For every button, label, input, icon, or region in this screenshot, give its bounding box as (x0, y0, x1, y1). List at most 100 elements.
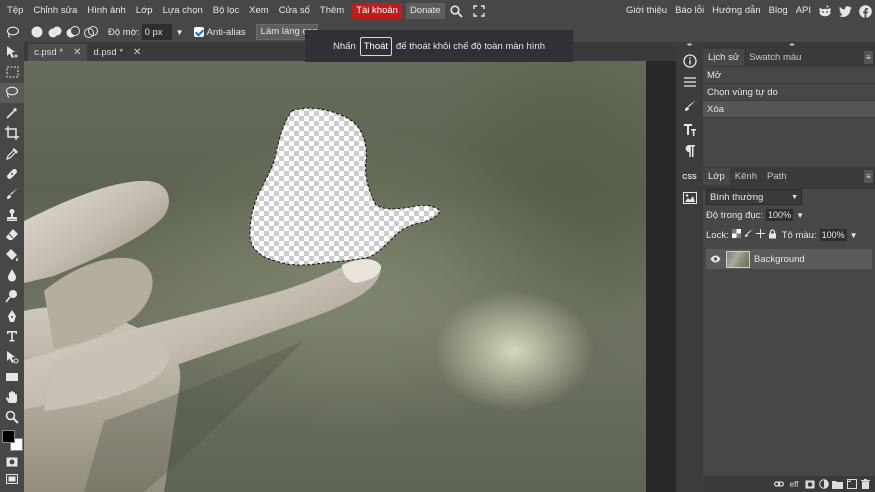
search-icon[interactable] (447, 0, 467, 22)
image-icon[interactable] (679, 189, 700, 207)
menu-edit[interactable]: Chỉnh sửa (28, 0, 82, 22)
lock-all-icon[interactable] (768, 228, 777, 242)
selection-subtract-icon[interactable] (64, 23, 82, 41)
zoom-tool-icon[interactable] (0, 407, 24, 427)
history-item[interactable]: Chọn vùng tự do (703, 84, 875, 101)
lock-brush-icon[interactable] (744, 229, 753, 241)
brush-tool-icon[interactable] (0, 184, 24, 204)
history-item[interactable]: Xóa (703, 101, 875, 118)
tab-layers[interactable]: Lớp (703, 168, 730, 185)
opacity-row: Độ trong đục: 100% ▼ (703, 205, 875, 225)
dodge-tool-icon[interactable] (0, 286, 24, 306)
fill-dropdown-icon[interactable]: ▼ (850, 231, 858, 240)
delete-layer-icon[interactable] (860, 479, 871, 490)
link-blog[interactable]: Blog (765, 0, 792, 22)
tab-paths[interactable]: Path (762, 168, 792, 185)
tab-history[interactable]: Lịch sử (703, 49, 745, 66)
antialias-checkbox[interactable] (193, 27, 204, 37)
account-button[interactable]: Tài khoản (352, 3, 402, 19)
new-layer-icon[interactable] (846, 479, 857, 490)
layer-effects-button[interactable]: eff (787, 479, 801, 490)
canvas-area[interactable] (24, 61, 676, 492)
close-icon[interactable]: ✕ (73, 47, 81, 58)
selection-new-icon[interactable] (28, 23, 46, 41)
info-icon[interactable] (679, 52, 700, 70)
css-panel-button[interactable]: CSS (679, 168, 700, 186)
selection-intersect-icon[interactable] (82, 23, 100, 41)
link-tutorials[interactable]: Hướng dẫn (708, 0, 765, 22)
opacity-dropdown-icon[interactable]: ▼ (796, 211, 804, 220)
feather-dropdown-icon[interactable]: ▼ (174, 28, 186, 37)
brush-settings-icon[interactable] (679, 97, 700, 115)
tab-channels[interactable]: Kênh (730, 168, 762, 185)
menu-image[interactable]: Hình ảnh (82, 0, 131, 22)
reddit-icon[interactable] (815, 0, 835, 22)
paint-bucket-icon[interactable] (0, 245, 24, 265)
foreground-color-swatch[interactable] (2, 430, 15, 443)
fullscreen-icon[interactable] (469, 0, 489, 22)
color-swatches[interactable] (2, 430, 24, 452)
lasso-tool-icon[interactable] (0, 82, 24, 103)
feather-label: Độ mờ: (108, 26, 140, 38)
path-select-icon[interactable] (0, 346, 24, 366)
quick-mask-icon[interactable] (0, 455, 24, 469)
clone-stamp-icon[interactable] (0, 204, 24, 224)
shape-tool-icon[interactable] (0, 367, 24, 387)
adjustment-layer-icon[interactable] (818, 479, 829, 490)
facebook-icon[interactable] (855, 0, 875, 22)
layer-mask-icon[interactable] (804, 479, 815, 490)
image-canvas[interactable] (24, 61, 646, 492)
eye-icon[interactable] (708, 255, 722, 263)
panel-menu-icon[interactable]: ≡ (864, 51, 873, 64)
donate-button[interactable]: Donate (405, 3, 445, 19)
fullscreen-notice: Nhấn Thoát để thoát khỏi chế độ toàn màn… (305, 30, 573, 62)
eyedropper-icon[interactable] (0, 143, 24, 163)
tab-swatches[interactable]: Swatch màu (744, 49, 806, 66)
eraser-icon[interactable] (0, 225, 24, 245)
pen-tool-icon[interactable] (0, 306, 24, 326)
collapse-handle-icon[interactable]: ◂▸ (676, 42, 703, 48)
menu-window[interactable]: Cửa sổ (274, 0, 315, 22)
menu-view[interactable]: Xem (244, 0, 274, 22)
text-tool-icon[interactable] (0, 326, 24, 346)
adjustments-icon[interactable] (679, 73, 700, 91)
close-icon[interactable]: ✕ (133, 47, 141, 58)
blend-mode-select[interactable]: Bình thường ▼ (706, 189, 802, 205)
menu-layer[interactable]: Lớp (131, 0, 158, 22)
menu-select[interactable]: Lựa chọn (158, 0, 208, 22)
marquee-tool-icon[interactable] (0, 62, 24, 82)
image-content (24, 107, 441, 492)
new-folder-icon[interactable] (832, 479, 843, 490)
lock-move-icon[interactable] (755, 229, 765, 241)
panel-menu-icon[interactable]: ≡ (864, 170, 873, 183)
fill-input[interactable]: 100% (819, 229, 847, 241)
link-report-bug[interactable]: Báo lỗi (671, 0, 708, 22)
menu-more[interactable]: Thêm (315, 0, 349, 22)
lock-transparency-icon[interactable] (731, 229, 741, 241)
menu-file[interactable]: Tệp (0, 0, 28, 22)
character-icon[interactable] (679, 121, 700, 139)
link-api[interactable]: API (792, 0, 815, 22)
layer-row[interactable]: Background (706, 249, 872, 269)
history-panel: ◂▸ Lịch sử Swatch màu ≡ Mở Chọn vùng tự … (703, 42, 875, 162)
link-about[interactable]: Giới thiệu (622, 0, 671, 22)
magic-wand-icon[interactable] (0, 103, 24, 123)
move-tool-icon[interactable] (0, 42, 24, 62)
screen-mode-icon[interactable] (0, 472, 24, 486)
selection-add-icon[interactable] (46, 23, 64, 41)
feather-input[interactable] (141, 24, 172, 40)
exit-fullscreen-key[interactable]: Thoát (359, 36, 393, 56)
hand-tool-icon[interactable] (0, 387, 24, 407)
tab-document[interactable]: c.psd * ✕ (28, 44, 88, 61)
opacity-input[interactable]: 100% (766, 209, 794, 221)
menu-filter[interactable]: Bộ lọc (208, 0, 244, 22)
history-item[interactable]: Mở (703, 67, 875, 84)
antialias-label: Anti-alias (206, 26, 246, 38)
link-layers-icon[interactable] (773, 479, 784, 490)
blur-tool-icon[interactable] (0, 265, 24, 285)
paragraph-icon[interactable] (679, 142, 700, 160)
twitter-icon[interactable] (835, 0, 855, 22)
crop-tool-icon[interactable] (0, 123, 24, 143)
tab-document[interactable]: d.psd * ✕ (87, 44, 147, 61)
healing-brush-icon[interactable] (0, 164, 24, 184)
